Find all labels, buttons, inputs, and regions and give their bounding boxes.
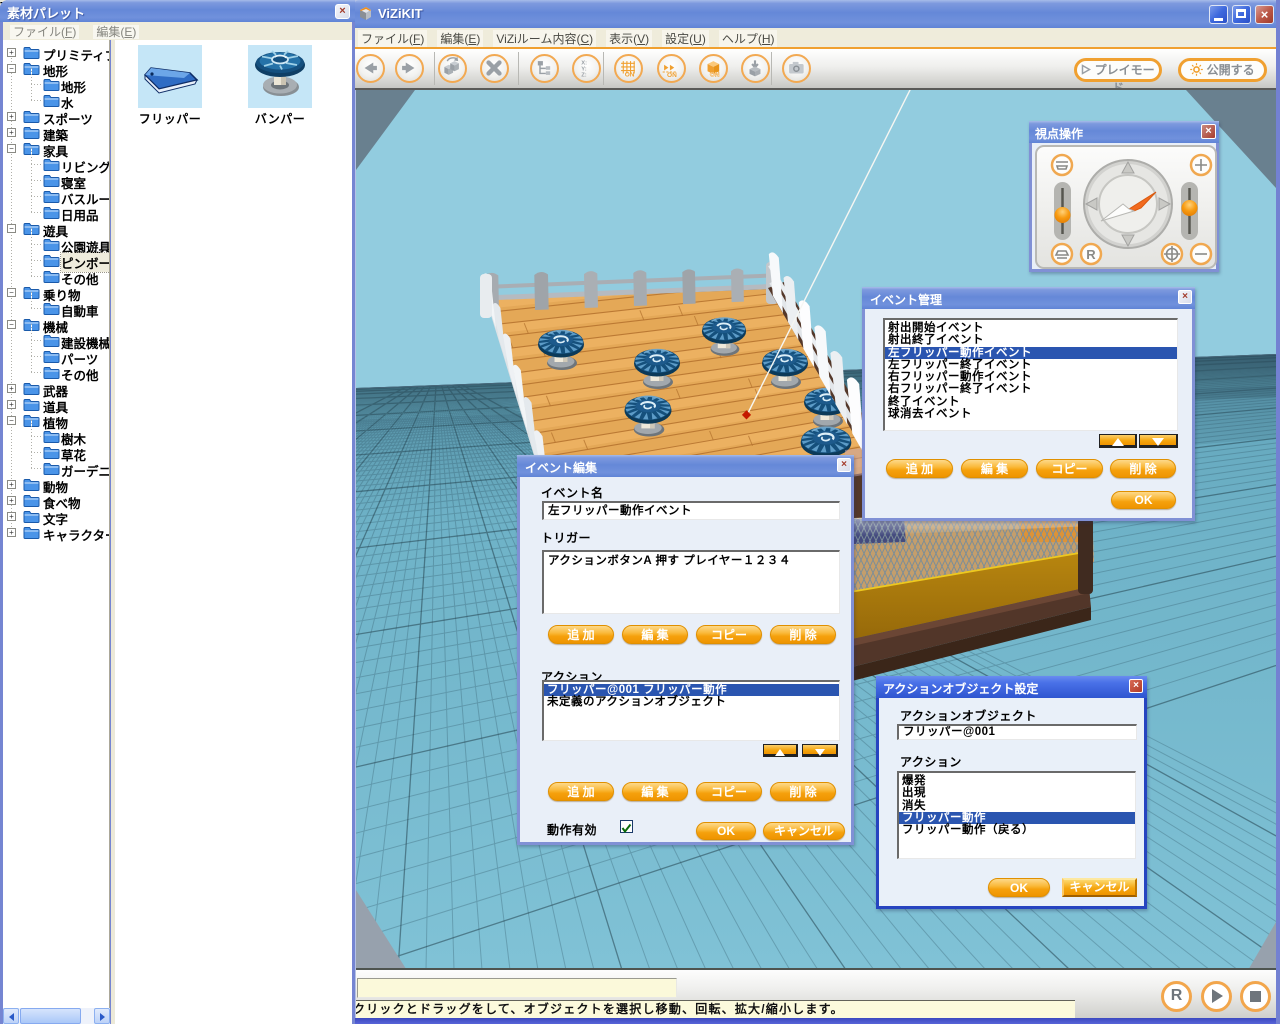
- svg-text:Y:: Y:: [581, 67, 586, 73]
- svg-text:ON: ON: [667, 72, 677, 79]
- svg-text:ON: ON: [709, 71, 719, 78]
- svg-text:Z:: Z:: [581, 72, 587, 78]
- svg-text:R: R: [1086, 247, 1096, 262]
- svg-text:X:: X:: [581, 61, 587, 67]
- svg-text:ON: ON: [624, 71, 634, 78]
